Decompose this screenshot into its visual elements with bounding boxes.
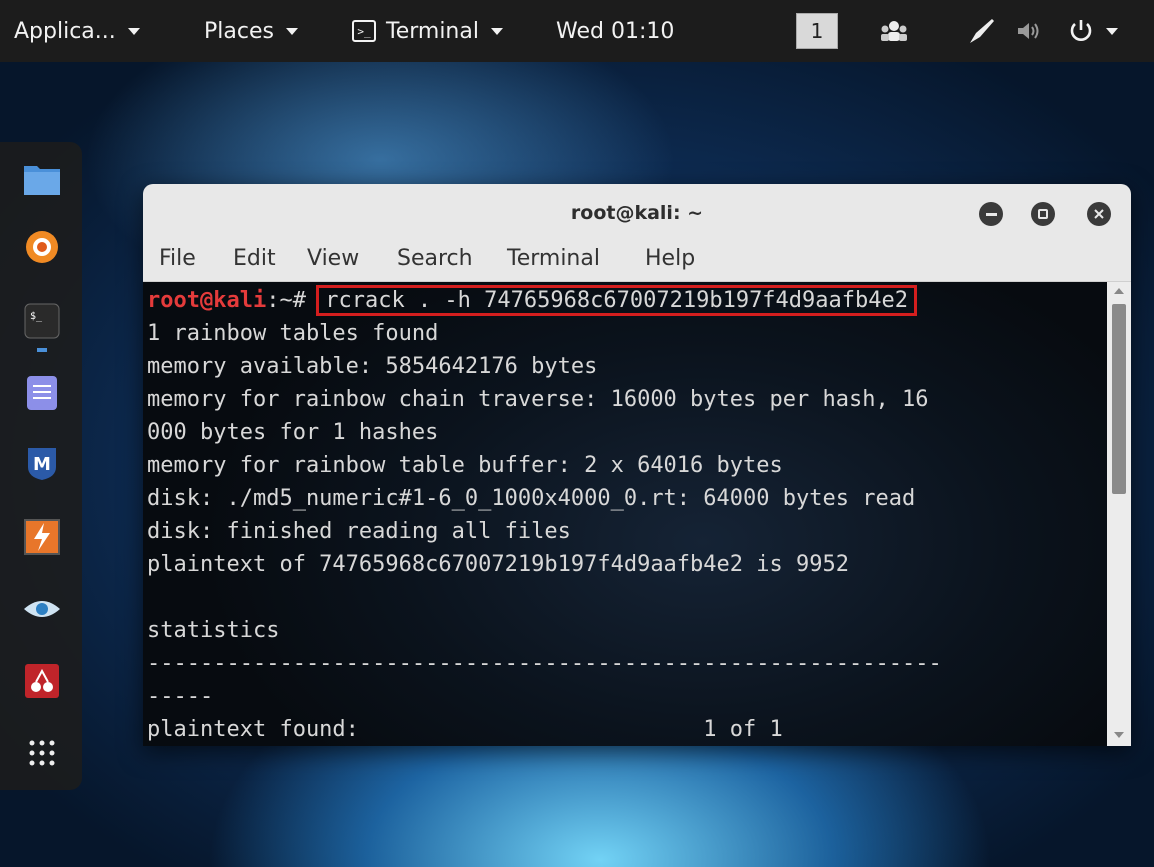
metasploit-icon[interactable]: M <box>23 444 61 482</box>
scrollbar[interactable] <box>1107 282 1131 746</box>
output-line: 1 rainbow tables found <box>147 321 439 346</box>
menu-view[interactable]: View <box>307 246 359 271</box>
users-icon[interactable] <box>880 0 908 62</box>
window-titlebar[interactable]: root@kali: ~ <box>143 184 1131 242</box>
clock[interactable]: Wed 01:10 <box>556 0 674 62</box>
favorites-dock: $_ M <box>0 142 82 790</box>
files-icon[interactable] <box>23 160 61 198</box>
output-line: ----------------------------------------… <box>147 651 942 676</box>
active-indicator <box>37 348 47 352</box>
zenmap-icon[interactable] <box>23 590 61 628</box>
cherrytree-icon[interactable] <box>23 662 61 700</box>
output-line: ----- <box>147 684 214 709</box>
output-line: plaintext of 74765968c67007219b197f4d9aa… <box>147 552 849 577</box>
output-line: disk: ./md5_numeric#1-6_0_1000x4000_0.rt… <box>147 486 916 511</box>
scroll-down-icon[interactable] <box>1114 732 1124 738</box>
menu-bar: File Edit View Search Terminal Help <box>143 242 1131 282</box>
prompt-user: root@kali <box>147 288 267 313</box>
highlighted-command: rcrack . -h 74765968c67007219b197f4d9aaf… <box>316 285 918 316</box>
output-line: statistics <box>147 618 280 643</box>
prompt-path: :~# <box>266 288 306 313</box>
show-apps-icon[interactable] <box>23 734 61 772</box>
output-line: disk: finished reading all files <box>147 519 571 544</box>
terminal-icon[interactable]: $_ <box>23 302 61 340</box>
places-menu[interactable]: Places <box>204 0 298 62</box>
svg-text:$_: $_ <box>30 311 43 322</box>
applications-label: Applica... <box>14 18 116 44</box>
svg-text:M: M <box>33 454 51 475</box>
chevron-down-icon <box>490 27 503 35</box>
maximize-button[interactable] <box>1031 202 1055 226</box>
power-icon[interactable] <box>1068 0 1118 62</box>
places-label: Places <box>204 18 274 44</box>
clock-label: Wed 01:10 <box>556 18 675 44</box>
chevron-down-icon <box>127 27 140 35</box>
terminal-app-icon: >_ <box>352 20 376 42</box>
minimize-icon <box>985 212 997 216</box>
menu-terminal[interactable]: Terminal <box>507 246 600 271</box>
menu-file[interactable]: File <box>159 246 196 271</box>
menu-help[interactable]: Help <box>645 246 695 271</box>
scroll-up-icon[interactable] <box>1114 288 1124 294</box>
close-button[interactable] <box>1087 202 1111 226</box>
scroll-thumb[interactable] <box>1112 304 1126 494</box>
maximize-icon <box>1038 209 1048 219</box>
close-icon <box>1094 209 1104 219</box>
menu-edit[interactable]: Edit <box>233 246 276 271</box>
minimize-button[interactable] <box>979 202 1003 226</box>
top-panel: Applica... Places >_ Terminal Wed 01:10 … <box>0 0 1154 62</box>
chevron-down-icon <box>1106 27 1118 35</box>
applications-menu[interactable]: Applica... <box>14 0 140 62</box>
terminal-output[interactable]: root@kali:~# rcrack . -h 74765968c670072… <box>143 282 1131 746</box>
prompt-line: root@kali:~# rcrack . -h 74765968c670072… <box>147 284 918 317</box>
text-editor-icon[interactable] <box>23 374 61 412</box>
output-line: memory available: 5854642176 bytes <box>147 354 598 379</box>
output-line: memory for rainbow chain traverse: 16000… <box>147 387 929 412</box>
workspace-number: 1 <box>796 13 838 49</box>
chevron-down-icon <box>285 27 298 35</box>
output-line: 000 bytes for 1 hashes <box>147 420 439 445</box>
menu-search[interactable]: Search <box>397 246 473 271</box>
volume-icon[interactable] <box>1016 0 1042 62</box>
app-menu-label: Terminal <box>386 18 479 44</box>
app-menu[interactable]: >_ Terminal <box>352 0 503 62</box>
pen-tool-icon[interactable] <box>966 0 996 62</box>
firefox-icon[interactable] <box>23 228 61 266</box>
output-line: plaintext found: 1 of 1 <box>147 717 783 742</box>
workspace-indicator[interactable]: 1 <box>796 0 838 62</box>
terminal-window[interactable]: root@kali: ~ File Edit View Search Termi… <box>143 184 1131 746</box>
burpsuite-icon[interactable] <box>23 518 61 556</box>
output-line: memory for rainbow table buffer: 2 x 640… <box>147 453 783 478</box>
